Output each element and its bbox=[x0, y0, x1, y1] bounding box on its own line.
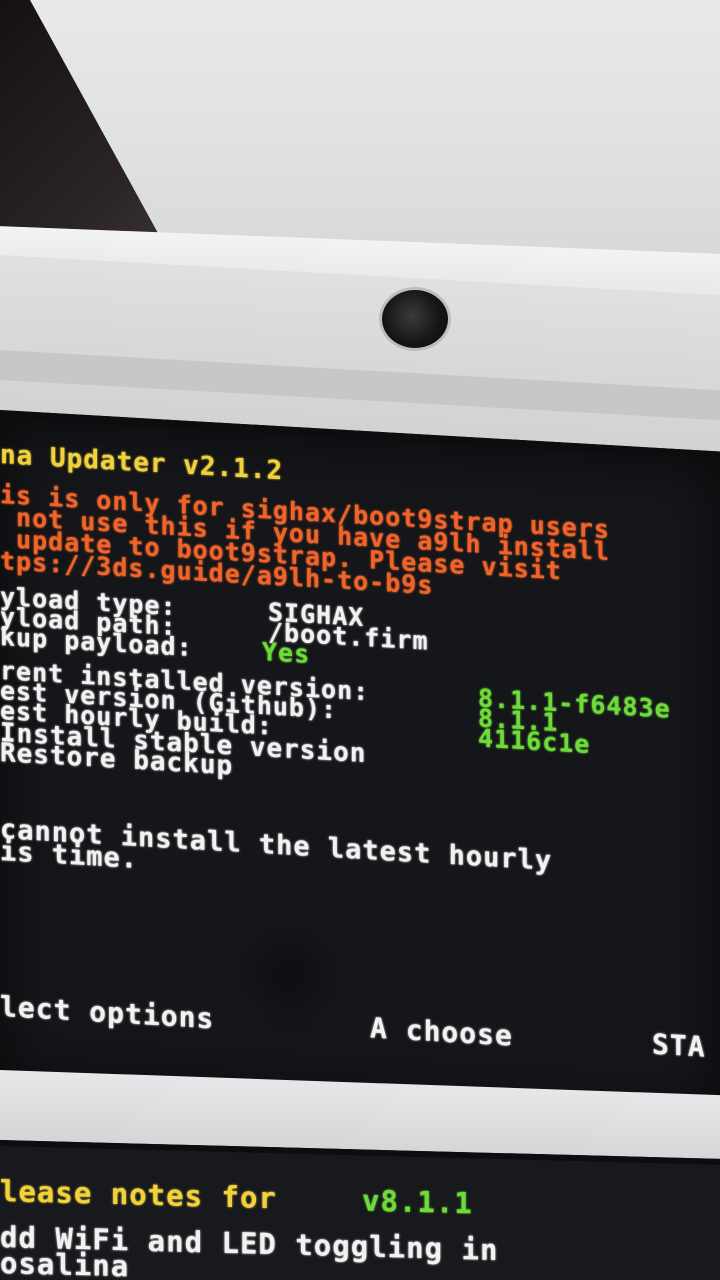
release-notes-version: v8.1.1 bbox=[362, 1183, 473, 1221]
release-notes-heading: lease notes for bbox=[0, 1174, 277, 1216]
notice-line-2: is time. bbox=[0, 836, 139, 875]
updater-title: na Updater v2.1.2 bbox=[0, 440, 284, 487]
hourly-build-value: 4116c1e bbox=[478, 723, 591, 760]
choose-hint: A choose bbox=[370, 1011, 513, 1053]
release-note-line-2: osalina bbox=[0, 1246, 130, 1280]
screen-reflection bbox=[230, 911, 350, 1039]
backup-payload-value: Yes bbox=[262, 637, 311, 669]
top-screen: na Updater v2.1.2 is is only for sighax/… bbox=[0, 410, 720, 1120]
select-options-hint: lect options bbox=[0, 990, 215, 1036]
start-hint: STA bbox=[652, 1027, 706, 1064]
camera-lens-icon bbox=[382, 290, 448, 348]
bottom-screen: lease notes for v8.1.1 dd WiFi and LED t… bbox=[0, 1140, 720, 1280]
